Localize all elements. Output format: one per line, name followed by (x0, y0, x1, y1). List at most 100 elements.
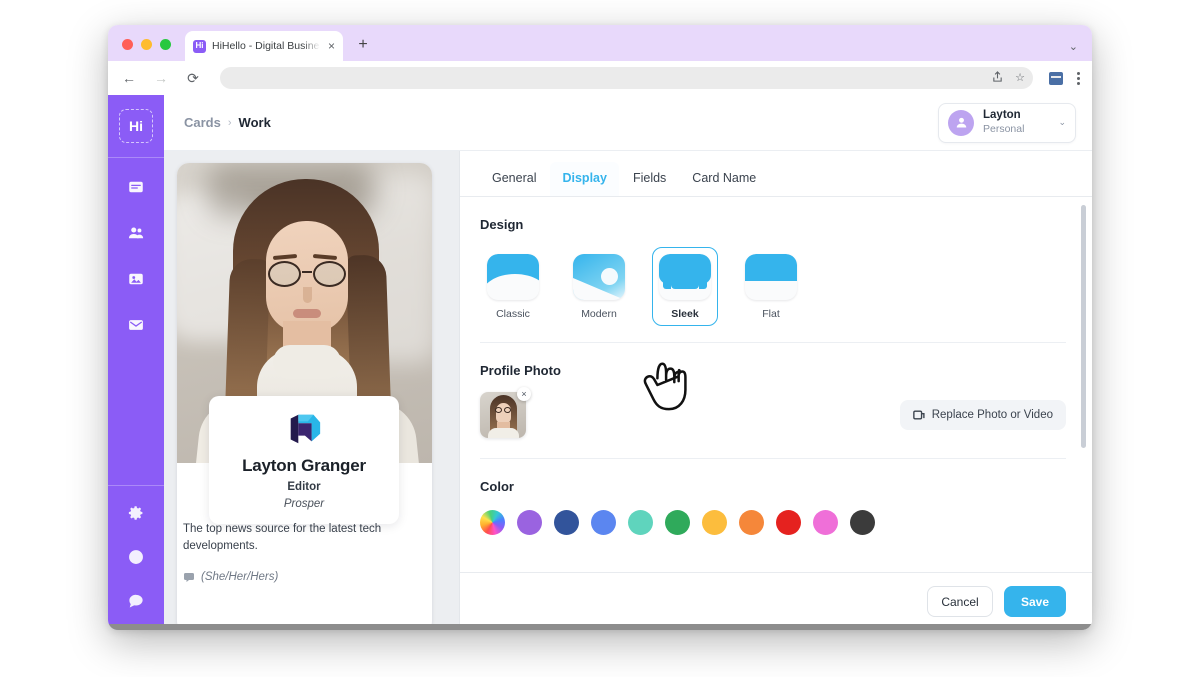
tab-fields[interactable]: Fields (621, 171, 678, 196)
breadcrumb-current: Work (238, 115, 271, 130)
person-icon (956, 117, 966, 128)
extension-icon[interactable] (1049, 71, 1063, 85)
bookmark-star-icon[interactable]: ☆ (1015, 72, 1025, 84)
browser-tab[interactable]: Hi HiHello - Digital Business Card × (185, 31, 343, 61)
back-button[interactable]: ← (120, 71, 138, 85)
gear-icon (128, 506, 143, 520)
sidebar-item-mail[interactable] (119, 308, 153, 342)
color-swatch-purple[interactable] (517, 510, 542, 535)
design-section-label: Design (480, 217, 524, 232)
sidebar-item-feedback[interactable] (119, 584, 153, 618)
card-bio: The top news source for the latest tech … (183, 523, 382, 552)
replace-media-icon (912, 409, 925, 421)
save-button[interactable]: Save (1004, 586, 1066, 617)
color-section-label: Color (480, 479, 514, 494)
sidebar-item-contacts[interactable] (119, 216, 153, 250)
tab-card-name[interactable]: Card Name (680, 171, 768, 196)
chevron-down-icon: ⌄ (1058, 117, 1066, 127)
account-text: Layton Personal (983, 109, 1049, 135)
color-swatch-green[interactable] (665, 510, 690, 535)
classic-thumbnail-icon (487, 254, 539, 300)
browser-window: Hi HiHello - Digital Business Card × + ⌄… (108, 25, 1092, 630)
close-tab-icon[interactable]: × (326, 40, 337, 52)
tab-display[interactable]: Display (550, 162, 619, 196)
breadcrumb-cards-link[interactable]: Cards (184, 115, 221, 130)
window-traffic-lights (108, 39, 171, 61)
sidebar-item-cards[interactable] (119, 170, 153, 204)
business-card-preview: Layton Granger Editor Prosper (177, 163, 432, 630)
replace-photo-button[interactable]: Replace Photo or Video (899, 400, 1066, 430)
company-logo-icon (285, 410, 323, 448)
card-info-block: Layton Granger Editor Prosper (209, 396, 399, 524)
page-horizontal-scrollbar[interactable] (108, 624, 1092, 630)
design-option-sleek[interactable]: Sleek (652, 247, 718, 326)
browser-toolbar: ← → ⟳ ☆ » (108, 61, 1092, 106)
sidebar-item-help[interactable] (119, 540, 153, 574)
tab-list-chevron-down-icon[interactable]: ⌄ (1069, 40, 1078, 53)
address-bar[interactable]: ☆ (220, 67, 1033, 89)
rail-divider-bottom (108, 485, 164, 486)
profile-photo-thumbnail-wrap: × (480, 387, 531, 438)
cancel-button[interactable]: Cancel (927, 586, 993, 617)
account-name: Layton (983, 109, 1021, 122)
main-split: Layton Granger Editor Prosper The top ne… (164, 151, 1092, 630)
color-swatch-blue[interactable] (591, 510, 616, 535)
color-swatch-teal[interactable] (628, 510, 653, 535)
design-option-label: Modern (581, 308, 617, 320)
tab-general[interactable]: General (480, 171, 548, 196)
reload-button[interactable]: ⟳ (184, 71, 202, 85)
color-swatch-yellow[interactable] (702, 510, 727, 535)
card-pronouns-row: (She/Her/Hers) (183, 571, 278, 583)
editor-scrollbar[interactable] (1081, 205, 1086, 572)
design-option-label: Classic (496, 308, 530, 320)
color-swatch-list (480, 510, 1066, 535)
color-swatch-dark-gray[interactable] (850, 510, 875, 535)
card-person-name: Layton Granger (242, 456, 366, 475)
color-swatch-pink[interactable] (813, 510, 838, 535)
favicon-label: Hi (195, 41, 204, 50)
cards-icon (129, 181, 143, 193)
hihello-logo[interactable]: Hi (119, 109, 153, 143)
design-option-classic[interactable]: Classic (480, 247, 546, 326)
profile-photo-section-label: Profile Photo (480, 363, 561, 378)
hihello-favicon-icon: Hi (193, 39, 206, 53)
close-window-button[interactable] (122, 39, 133, 50)
forward-button[interactable]: → (152, 71, 170, 85)
sidebar-item-gallery[interactable] (119, 262, 153, 296)
color-swatch-red[interactable] (776, 510, 801, 535)
card-pronouns: (She/Her/Hers) (201, 571, 279, 583)
browser-tab-strip: Hi HiHello - Digital Business Card × + ⌄ (108, 25, 1092, 61)
color-swatch-orange[interactable] (739, 510, 764, 535)
new-tab-button[interactable]: + (353, 35, 373, 55)
maximize-window-button[interactable] (160, 39, 171, 50)
app-sidebar-rail: Hi (108, 95, 180, 630)
browser-menu-icon[interactable] (1077, 71, 1080, 85)
design-options-list: Classic Modern Sleek Flat (480, 247, 1066, 326)
account-menu-button[interactable]: Layton Personal ⌄ (938, 102, 1076, 143)
account-subtitle: Personal (983, 123, 1025, 136)
editor-tabs: General Display Fields Card Name (460, 151, 1092, 197)
rail-divider (108, 157, 164, 158)
flat-thumbnail-icon (745, 254, 797, 300)
card-editor-pane: General Display Fields Card Name Design (460, 151, 1092, 630)
design-option-label: Sleek (671, 308, 699, 320)
remove-photo-icon[interactable]: × (517, 387, 531, 401)
minimize-window-button[interactable] (141, 39, 152, 50)
color-swatch-custom-rainbow[interactable] (480, 510, 505, 535)
editor-scrollbar-thumb[interactable] (1081, 205, 1086, 448)
replace-photo-label: Replace Photo or Video (931, 409, 1053, 421)
page-horizontal-scrollbar-thumb[interactable] (108, 624, 1092, 630)
color-swatch-navy[interactable] (554, 510, 579, 535)
app-body: Cards › Work Layton Personal ⌄ Layton Gr… (164, 95, 1092, 630)
mail-icon (129, 320, 143, 330)
modern-thumbnail-icon (573, 254, 625, 300)
sidebar-item-settings[interactable] (119, 496, 153, 530)
avatar (948, 109, 974, 136)
editor-scroll-area: Design Classic Modern Sleek Flat Profile… (460, 197, 1092, 572)
profile-photo-row: × Replace Photo or Video (480, 387, 1066, 438)
card-preview-pane: Layton Granger Editor Prosper The top ne… (164, 151, 460, 630)
breadcrumb-separator: › (227, 116, 232, 129)
design-option-flat[interactable]: Flat (738, 247, 804, 326)
share-icon[interactable] (992, 70, 1003, 86)
design-option-modern[interactable]: Modern (566, 247, 632, 326)
